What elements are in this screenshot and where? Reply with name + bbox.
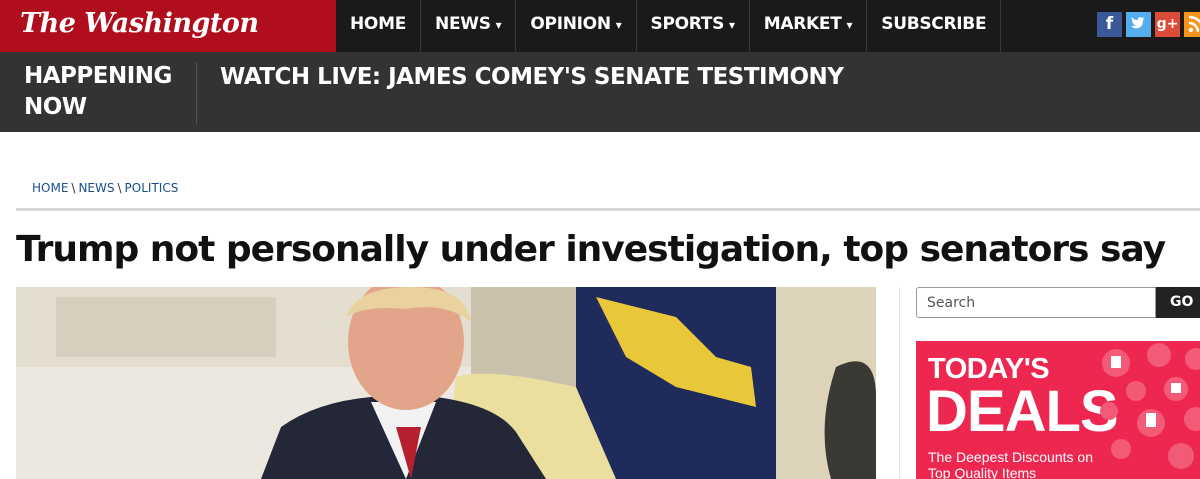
happening-now-label: HAPPENING NOW xyxy=(24,63,172,120)
chevron-down-icon: ▾ xyxy=(729,18,735,32)
ad-subtitle: The Deepest Discounts on Top Quality Ite… xyxy=(928,449,1093,479)
search-go-button[interactable]: GO xyxy=(1156,287,1200,318)
top-nav-bar: The Washington Times HOME NEWS ▾ OPINION ▾… xyxy=(0,0,1200,87)
article-photo-image xyxy=(16,287,876,479)
rss-glyph xyxy=(1188,15,1200,33)
happening-now-bar: HAPPENING NOW WATCH LIVE: JAMES COMEY'S … xyxy=(0,52,1200,132)
twitter-bird-glyph xyxy=(1131,17,1145,29)
google-plus-icon[interactable]: g+ xyxy=(1155,12,1180,37)
nav-label: HOME xyxy=(350,14,407,34)
twitter-icon[interactable] xyxy=(1126,12,1151,37)
nav-label: NEWS xyxy=(435,14,491,34)
nav-item-news[interactable]: NEWS ▾ xyxy=(421,0,517,52)
sidebar-divider xyxy=(899,287,900,479)
nav-label: SUBSCRIBE xyxy=(881,14,987,34)
breadcrumb-separator: \ xyxy=(71,181,76,195)
nav-item-home[interactable]: HOME xyxy=(336,0,422,52)
social-links: f g+ xyxy=(1097,12,1200,37)
rss-icon[interactable] xyxy=(1184,12,1200,37)
breadcrumb-separator: \ xyxy=(117,181,122,195)
main-nav: HOME NEWS ▾ OPINION ▾ SPORTS ▾ MARKET ▾ SUBS… xyxy=(336,0,1002,52)
facebook-icon[interactable]: f xyxy=(1097,12,1122,37)
divider xyxy=(196,62,197,124)
chevron-down-icon: ▾ xyxy=(846,18,853,32)
site-logo[interactable]: The Washington Times xyxy=(0,0,336,87)
ad-title-line2: DEALS xyxy=(926,379,1119,444)
nav-item-sports[interactable]: SPORTS ▾ xyxy=(637,0,750,52)
nav-item-subscribe[interactable]: SUBSCRIBE xyxy=(867,0,1002,52)
breadcrumb-news[interactable]: NEWS xyxy=(78,181,114,195)
shopping-icons-graphic xyxy=(1100,343,1200,469)
article-photo[interactable] xyxy=(16,287,876,479)
nav-label: MARKET xyxy=(763,14,842,34)
breadcrumb-home[interactable]: HOME xyxy=(32,181,68,195)
nav-item-market[interactable]: MARKET ▾ xyxy=(750,0,868,52)
nav-item-opinion[interactable]: OPINION ▾ xyxy=(516,0,637,52)
breadcrumb-politics[interactable]: POLITICS xyxy=(125,181,179,195)
breadcrumb-rule xyxy=(16,208,1200,211)
chevron-down-icon: ▾ xyxy=(495,18,502,32)
happening-now-headline[interactable]: WATCH LIVE: JAMES COMEY'S SENATE TESTIMO… xyxy=(220,62,844,93)
article-title: Trump not personally under investigation… xyxy=(16,229,1166,270)
search-input[interactable] xyxy=(916,287,1156,318)
nav-label: SPORTS xyxy=(650,14,725,34)
chevron-down-icon: ▾ xyxy=(615,18,622,32)
todays-deals-ad[interactable]: TODAY'S DEALS The Deepest Discounts on T… xyxy=(916,341,1200,479)
nav-label: OPINION xyxy=(530,14,611,34)
breadcrumb: HOME \ NEWS \ POLITICS xyxy=(32,181,178,195)
